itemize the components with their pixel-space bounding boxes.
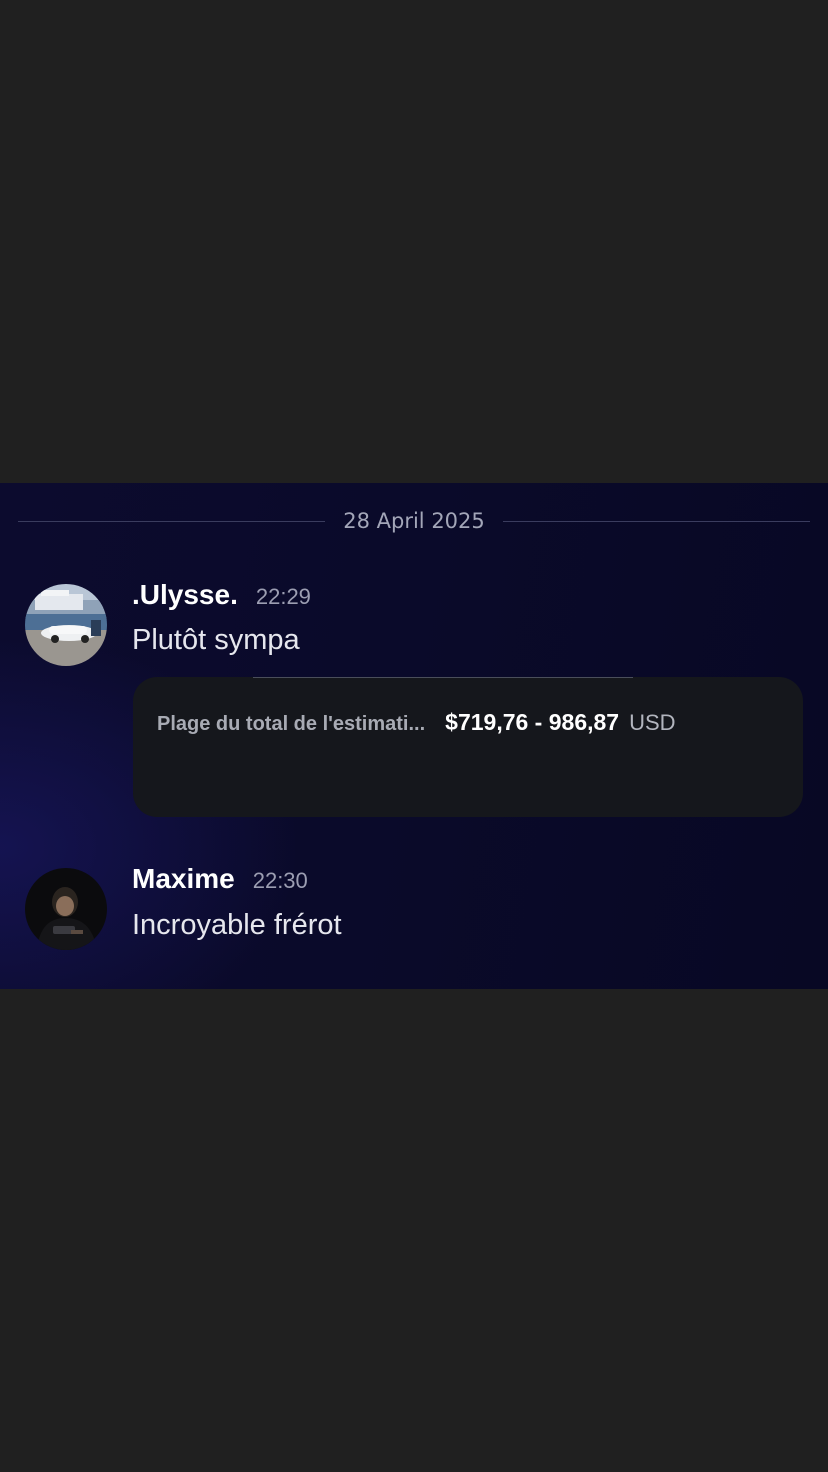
- message-header-maxime: Maxime 22:30: [132, 863, 308, 895]
- message-text: Incroyable frérot: [132, 909, 342, 941]
- message-timestamp: 22:29: [255, 584, 311, 609]
- author-name[interactable]: Maxime: [132, 863, 235, 895]
- screenshot-page: 28 April 2025 .Ulysse. 22:29 Plutôt symp…: [0, 0, 828, 1472]
- person-photo-avatar-image: [25, 868, 107, 950]
- message-header-ulysse: .Ulysse. 22:29: [132, 579, 311, 611]
- embed-top-line: [253, 677, 633, 678]
- message-text: Plutôt sympa: [132, 624, 300, 656]
- embed-content-row: Plage du total de l'estimati... $719,76 …: [157, 709, 676, 736]
- message-maxime[interactable]: Maxime 22:30 Incroyable frérot: [0, 853, 828, 963]
- chat-panel: 28 April 2025 .Ulysse. 22:29 Plutôt symp…: [0, 483, 828, 989]
- embed-price-range: $719,76 - 986,87: [445, 709, 620, 735]
- embed-currency: USD: [629, 710, 676, 735]
- embed-label: Plage du total de l'estimati...: [157, 713, 426, 735]
- avatar-ulysse[interactable]: [25, 584, 107, 666]
- message-timestamp: 22:30: [252, 868, 308, 893]
- message-ulysse[interactable]: .Ulysse. 22:29 Plutôt sympa Plage du tot…: [0, 483, 828, 823]
- car-photo-avatar-image: [25, 584, 107, 666]
- avatar-maxime[interactable]: [25, 868, 107, 950]
- price-estimate-embed[interactable]: Plage du total de l'estimati... $719,76 …: [133, 677, 803, 817]
- author-name[interactable]: .Ulysse.: [132, 579, 238, 611]
